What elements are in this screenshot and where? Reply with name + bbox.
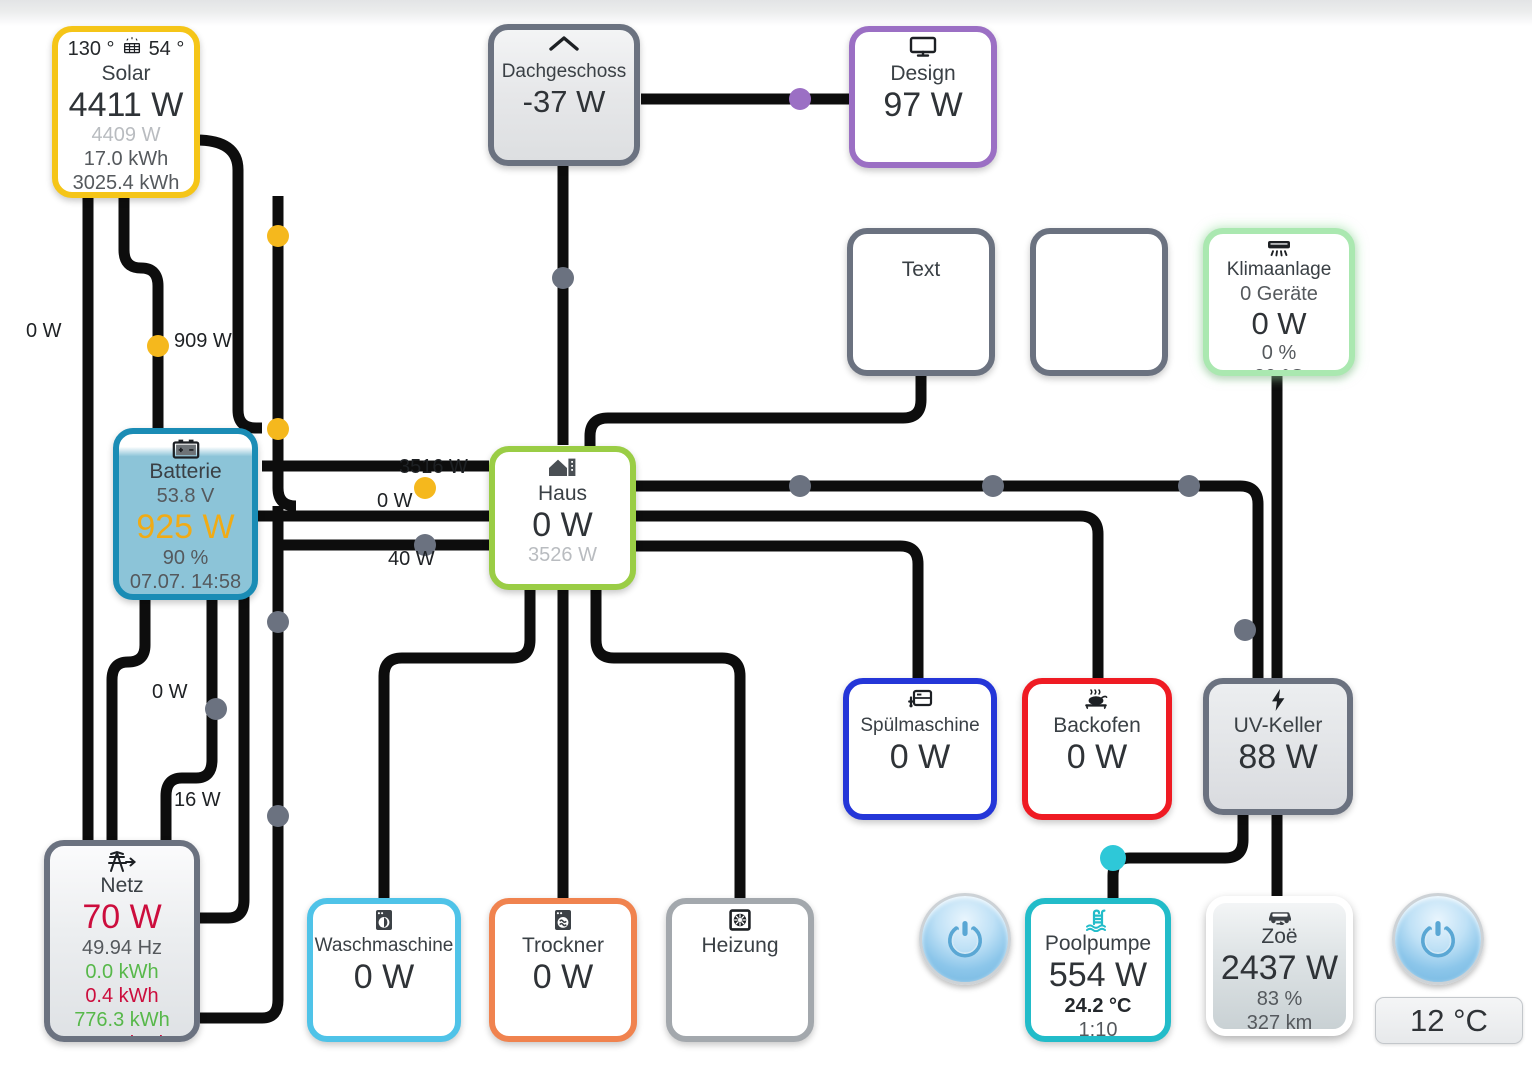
dishwasher-icon <box>906 688 934 714</box>
design-power: 97 W <box>883 86 963 124</box>
solar-energy-day: 17.0 kWh <box>83 148 169 170</box>
monitor-icon <box>908 36 938 62</box>
batterie-soc: 90 % <box>162 547 209 569</box>
haus-power: 0 W <box>532 506 593 544</box>
poolpumpe-power: 554 W <box>1048 956 1148 994</box>
node-trockner[interactable]: Trockner 0 W <box>489 898 637 1042</box>
waschmaschine-label: Waschmaschine <box>314 935 454 956</box>
solar-azimuth: 130 ° <box>67 37 115 60</box>
netz-label: Netz <box>100 874 144 897</box>
trockner-label: Trockner <box>521 934 605 957</box>
zoe-power: 2437 W <box>1220 949 1339 987</box>
power-button-right[interactable] <box>1392 893 1484 985</box>
node-haus[interactable]: Haus 0 W 3526 W <box>489 446 636 590</box>
batterie-power: 925 W <box>136 508 235 546</box>
uv-keller-label: UV-Keller <box>1233 714 1323 737</box>
dachgeschoss-label: Dachgeschoss <box>501 61 627 82</box>
lightning-bolt-icon <box>1268 688 1288 714</box>
dryer-icon <box>551 908 575 934</box>
poolpumpe-temp: 24.2 °C <box>1064 995 1132 1017</box>
pool-ladder-icon <box>1085 908 1111 932</box>
house-icon <box>547 456 579 482</box>
solar-panel-icon <box>121 36 143 62</box>
netz-import-total: 930.1 kWh <box>74 1032 170 1036</box>
node-batterie[interactable]: Batterie 53.8 V 925 W 90 % 07.07. 14:58 … <box>113 428 258 600</box>
netz-power: 70 W <box>82 898 162 936</box>
node-uv-keller[interactable]: UV-Keller 88 W <box>1203 678 1353 815</box>
dachgeschoss-power: -37 W <box>522 84 606 119</box>
node-empty-box[interactable] <box>1030 228 1168 376</box>
node-zoe[interactable]: Zoë 2437 W 83 % 327 km <box>1206 896 1353 1036</box>
backofen-label: Backofen <box>1053 714 1141 737</box>
zoe-range: 327 km <box>1246 1012 1313 1034</box>
outside-temperature-badge[interactable]: 12 °C <box>1375 997 1523 1044</box>
roof-icon <box>547 34 581 60</box>
node-poolpumpe[interactable]: Poolpumpe 554 W 24.2 °C 1:10 65 kPa <box>1025 898 1171 1042</box>
solar-label: Solar <box>101 62 151 85</box>
solar-elevation: 54 ° <box>148 37 185 60</box>
oven-roast-icon <box>1082 688 1112 714</box>
batterie-voltage: 53.8 V <box>156 485 215 507</box>
grid-tower-icon <box>105 850 139 874</box>
poolpumpe-label: Poolpumpe <box>1044 932 1152 955</box>
haus-label: Haus <box>537 482 588 505</box>
node-backofen[interactable]: Backofen 0 W <box>1022 678 1172 820</box>
klimaanlage-temp: 20 °C <box>1254 365 1304 370</box>
netz-export-day: 0.0 kWh <box>85 961 159 983</box>
design-label: Design <box>890 62 956 85</box>
node-netz[interactable]: Netz 70 W 49.94 Hz 0.0 kWh 0.4 kWh 776.3… <box>44 840 200 1042</box>
batterie-timestamp: 07.07. 14:58 <box>129 571 242 593</box>
backofen-power: 0 W <box>1066 738 1128 776</box>
trockner-power: 0 W <box>532 958 594 996</box>
netz-frequency: 49.94 Hz <box>81 937 163 959</box>
car-icon <box>1265 907 1295 925</box>
klimaanlage-label: Klimaanlage <box>1226 259 1332 280</box>
batterie-cycles: 40.7 Zyklen <box>134 594 237 600</box>
power-button-icon <box>948 921 982 958</box>
poolpumpe-runtime: 1:10 <box>1078 1019 1118 1041</box>
batterie-label: Batterie <box>149 460 222 483</box>
spuelmaschine-label: Spülmaschine <box>860 715 980 736</box>
klimaanlage-percent: 0 % <box>1261 342 1297 364</box>
text-box-label: Text <box>901 258 941 281</box>
solar-power: 4411 W <box>68 86 184 124</box>
power-button-icon <box>1421 921 1455 958</box>
solar-energy-total: 5873.8 kWh <box>73 195 180 198</box>
node-spuelmaschine[interactable]: Spülmaschine 0 W <box>843 678 997 820</box>
washing-machine-icon <box>372 908 396 934</box>
klimaanlage-power: 0 W <box>1251 306 1307 341</box>
air-conditioner-icon <box>1264 238 1294 258</box>
spuelmaschine-power: 0 W <box>889 738 951 776</box>
edge-label-haus-in-low: 40 W <box>388 548 435 570</box>
node-solar[interactable]: 130 ° 54 ° Solar 4411 W 4409 W 17.0 kWh … <box>52 26 200 198</box>
solar-power-secondary: 4409 W <box>91 124 161 146</box>
zoe-label: Zoë <box>1261 925 1298 948</box>
power-button-left[interactable] <box>919 893 1011 985</box>
edge-label-solar-grid: 0 W <box>26 320 62 342</box>
node-waschmaschine[interactable]: Waschmaschine 0 W <box>307 898 461 1042</box>
uv-keller-power: 88 W <box>1238 738 1318 776</box>
netz-import-day: 0.4 kWh <box>85 985 159 1007</box>
waschmaschine-power: 0 W <box>353 958 415 996</box>
node-dachgeschoss[interactable]: Dachgeschoss -37 W <box>488 24 640 166</box>
edge-label-solar-battery: 909 W <box>174 330 232 352</box>
solar-angles: 130 ° 54 ° <box>58 36 194 62</box>
solar-energy-month: 3025.4 kWh <box>72 172 180 194</box>
node-klimaanlage[interactable]: Klimaanlage 0 Geräte 0 W 0 % 20 °C <box>1203 228 1355 376</box>
klimaanlage-devices: 0 Geräte <box>1240 283 1318 305</box>
battery-icon <box>171 438 201 460</box>
edge-label-haus-in-mid: 0 W <box>377 490 413 512</box>
edge-label-haus-in-top: 3516 W <box>399 456 468 478</box>
haus-power-secondary: 3526 W <box>528 544 597 566</box>
netz-export-total: 776.3 kWh <box>74 1009 170 1031</box>
edge-label-battery-netz-b: 16 W <box>174 789 221 811</box>
edge-label-battery-netz-a: 0 W <box>152 681 188 703</box>
zoe-soc: 83 % <box>1256 988 1303 1010</box>
heater-fan-icon <box>728 908 752 934</box>
node-heizung[interactable]: Heizung <box>666 898 814 1042</box>
node-text-box[interactable]: Text <box>847 228 995 376</box>
heizung-label: Heizung <box>701 934 779 957</box>
node-design[interactable]: Design 97 W <box>849 26 997 168</box>
